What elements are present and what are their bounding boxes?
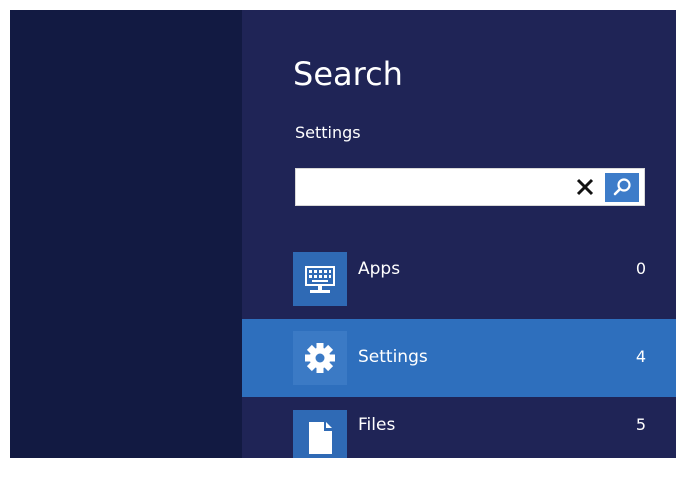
search-scope-label: Settings xyxy=(295,123,361,142)
result-label-settings: Settings xyxy=(358,347,428,367)
gear-icon xyxy=(305,343,335,373)
start-screen-background xyxy=(10,10,242,458)
search-input[interactable] xyxy=(296,169,564,205)
result-count-settings: 4 xyxy=(635,347,647,366)
search-charm-panel: Search Settings Apps 0 Settings 4 Files … xyxy=(242,10,676,458)
clear-search-button[interactable] xyxy=(571,173,599,201)
keyboard-monitor-icon xyxy=(305,266,335,293)
document-icon xyxy=(309,422,332,454)
screen: Search Settings Apps 0 Settings 4 Files … xyxy=(10,10,676,458)
result-count-apps: 0 xyxy=(635,259,647,278)
files-tile xyxy=(293,410,347,458)
search-box xyxy=(295,168,645,206)
search-icon xyxy=(613,178,631,196)
result-label-apps: Apps xyxy=(358,259,401,279)
result-row-apps[interactable]: Apps 0 xyxy=(242,246,676,324)
settings-tile xyxy=(293,331,347,385)
apps-tile xyxy=(293,252,347,306)
page-title: Search xyxy=(293,55,403,93)
result-row-files[interactable]: Files 5 xyxy=(242,406,676,458)
result-row-settings[interactable]: Settings 4 xyxy=(242,319,676,397)
close-icon xyxy=(576,178,594,196)
result-count-files: 5 xyxy=(635,415,647,434)
search-button[interactable] xyxy=(605,173,639,202)
result-label-files: Files xyxy=(358,415,396,435)
